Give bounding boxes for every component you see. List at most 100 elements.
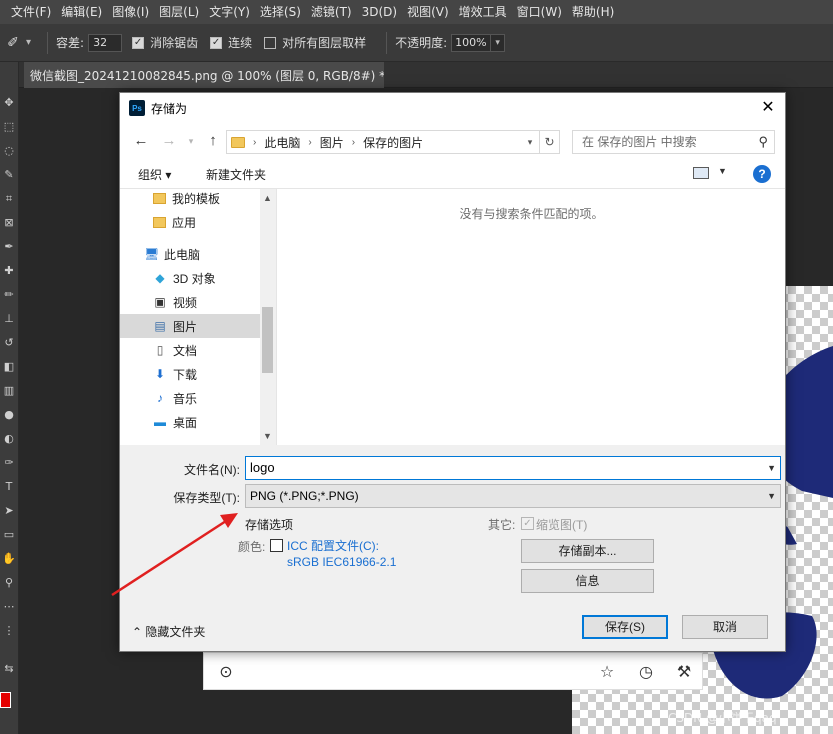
organize-button[interactable]: 组织 ▾ — [138, 166, 171, 183]
breadcrumb-this-pc[interactable]: 此电脑 — [264, 134, 300, 151]
pen-tool-icon[interactable]: ✑ — [2, 456, 16, 470]
address-dropdown-icon[interactable]: ▾ — [523, 131, 537, 153]
quick-select-tool-icon[interactable]: ✎ — [2, 168, 16, 182]
save-button[interactable]: 保存(S) — [582, 615, 668, 639]
nav-item-downloads[interactable]: ⬇ 下载 — [120, 362, 260, 386]
close-icon[interactable]: ✕ — [757, 97, 779, 119]
scroll-up-icon[interactable]: ▲ — [260, 191, 275, 205]
menu-type[interactable]: 文字(Y) — [204, 0, 255, 24]
opacity-dropdown-icon[interactable]: ▾ — [491, 33, 506, 52]
blur-tool-icon[interactable]: ● — [2, 408, 16, 422]
forward-arrow-icon[interactable]: → — [160, 132, 178, 150]
nav-item-desktop[interactable]: ▬ 桌面 — [120, 410, 260, 434]
dodge-tool-icon[interactable]: ◐ — [2, 432, 16, 446]
nav-item-this-pc[interactable]: 🖥 此电脑 — [120, 242, 260, 266]
search-icon[interactable]: ⚲ — [758, 131, 768, 153]
breadcrumb-separator-icon[interactable]: › — [308, 137, 311, 148]
more-tools-icon[interactable]: ⋯ — [2, 600, 16, 614]
filetype-dropdown-icon[interactable]: ▼ — [767, 485, 776, 507]
desktop-icon: ▬ — [154, 415, 166, 429]
menu-edit[interactable]: 编辑(E) — [56, 0, 107, 24]
contiguous-checkbox[interactable]: ✓ — [210, 36, 223, 49]
menu-filter[interactable]: 滤镜(T) — [306, 0, 357, 24]
hand-tool-icon[interactable]: ✋ — [2, 552, 16, 566]
menu-help[interactable]: 帮助(H) — [567, 0, 619, 24]
breadcrumb-pictures[interactable]: 图片 — [320, 134, 344, 151]
nav-item-documents[interactable]: ▯ 文档 — [120, 338, 260, 362]
magic-eraser-icon[interactable]: ✐ — [2, 32, 24, 54]
zoom-tool-icon[interactable]: ⚲ — [2, 576, 16, 590]
nav-item-music[interactable]: ♪ 音乐 — [120, 386, 260, 410]
refresh-icon[interactable]: ↻ — [539, 131, 559, 153]
scrollbar-thumb[interactable] — [262, 307, 273, 373]
tools-wrench-icon[interactable]: ⚒ — [674, 662, 694, 682]
address-bar[interactable]: › 此电脑 › 图片 › 保存的图片 ▾ ↻ — [226, 130, 560, 154]
divider — [47, 31, 49, 54]
thumbnail-checkbox[interactable]: ✓ — [521, 517, 534, 530]
file-list-pane[interactable]: 没有与搜索条件匹配的项。 — [276, 189, 785, 445]
gradient-tool-icon[interactable]: ▥ — [2, 384, 16, 398]
hide-folders-toggle[interactable]: ⌃ 隐藏文件夹 — [132, 623, 205, 640]
brush-tool-icon[interactable]: ✏ — [2, 288, 16, 302]
new-folder-button[interactable]: 新建文件夹 — [206, 166, 266, 183]
favorite-star-icon[interactable]: ☆ — [597, 662, 617, 682]
swap-colors-icon[interactable]: ⇆ — [2, 662, 16, 676]
edit-toolbar-icon[interactable]: ⋮ — [2, 624, 16, 638]
marquee-tool-icon[interactable]: ⬚ — [2, 120, 16, 134]
back-arrow-icon[interactable]: ← — [132, 132, 150, 150]
nav-item-my-templates[interactable]: 我的模板 — [120, 189, 260, 210]
shape-tool-icon[interactable]: ▭ — [2, 528, 16, 542]
filetype-select[interactable]: PNG (*.PNG;*.PNG) ▼ — [245, 484, 781, 508]
stamp-tool-icon[interactable]: ⊥ — [2, 312, 16, 326]
icc-profile-checkbox[interactable] — [270, 539, 283, 552]
breadcrumb-saved-pictures[interactable]: 保存的图片 — [363, 134, 423, 151]
info-button[interactable]: 信息 — [521, 569, 654, 593]
tolerance-input[interactable]: 32 — [88, 33, 123, 52]
menu-view[interactable]: 视图(V) — [402, 0, 454, 24]
up-arrow-icon[interactable]: ↑ — [204, 132, 222, 150]
lens-search-icon[interactable]: ⊙ — [216, 662, 236, 682]
breadcrumb-separator-icon[interactable]: › — [253, 137, 256, 148]
frame-tool-icon[interactable]: ⊠ — [2, 216, 16, 230]
scroll-down-icon[interactable]: ▼ — [260, 429, 275, 443]
eyedropper-tool-icon[interactable]: ✒ — [2, 240, 16, 254]
nav-item-apps[interactable]: 应用 — [120, 210, 260, 234]
menu-3d[interactable]: 3D(D) — [357, 0, 402, 24]
history-clock-icon[interactable]: ◷ — [636, 662, 656, 682]
move-tool-icon[interactable]: ✥ — [2, 96, 16, 110]
view-options-icon[interactable] — [693, 167, 709, 179]
nav-item-pictures[interactable]: ▤ 图片 — [120, 314, 260, 338]
nav-item-videos[interactable]: ▣ 视频 — [120, 290, 260, 314]
search-input[interactable]: 在 保存的图片 中搜索 ⚲ — [572, 130, 775, 154]
menu-image[interactable]: 图像(I) — [107, 0, 154, 24]
tool-preset-chevron-icon[interactable]: ▾ — [26, 37, 31, 48]
breadcrumb-separator-icon[interactable]: › — [352, 137, 355, 148]
filename-input[interactable]: logo ▼ — [245, 456, 781, 480]
cancel-button[interactable]: 取消 — [682, 615, 768, 639]
history-brush-tool-icon[interactable]: ↺ — [2, 336, 16, 350]
view-dropdown-icon[interactable]: ▼ — [718, 166, 727, 176]
help-icon[interactable]: ? — [753, 165, 771, 183]
menu-file[interactable]: 文件(F) — [6, 0, 56, 24]
lasso-tool-icon[interactable]: ◌ — [2, 144, 16, 158]
menu-select[interactable]: 选择(S) — [255, 0, 306, 24]
filename-dropdown-icon[interactable]: ▼ — [767, 457, 776, 479]
menu-layer[interactable]: 图层(L) — [154, 0, 204, 24]
path-select-tool-icon[interactable]: ➤ — [2, 504, 16, 518]
recent-locations-chevron-icon[interactable]: ▾ — [182, 132, 200, 150]
nav-item-3d-objects[interactable]: ◆ 3D 对象 — [120, 266, 260, 290]
crop-tool-icon[interactable]: ⌗ — [2, 192, 16, 206]
foreground-color-swatch[interactable] — [0, 692, 11, 708]
save-copy-button[interactable]: 存储副本... — [521, 539, 654, 563]
healing-tool-icon[interactable]: ✚ — [2, 264, 16, 278]
all-layers-checkbox[interactable] — [264, 36, 277, 49]
icc-profile-label[interactable]: ICC 配置文件(C): — [287, 537, 379, 554]
eraser-tool-icon[interactable]: ◧ — [2, 360, 16, 374]
menu-plugins[interactable]: 增效工具 — [454, 0, 512, 24]
nav-scrollbar[interactable]: ▲ ▼ — [260, 189, 275, 445]
document-tab[interactable]: 微信截图_20241210082845.png @ 100% (图层 0, RG… — [24, 62, 384, 88]
menu-window[interactable]: 窗口(W) — [512, 0, 567, 24]
type-tool-icon[interactable]: T — [2, 480, 16, 494]
opacity-input[interactable]: 100% — [451, 33, 492, 52]
antialias-checkbox[interactable]: ✓ — [132, 36, 145, 49]
